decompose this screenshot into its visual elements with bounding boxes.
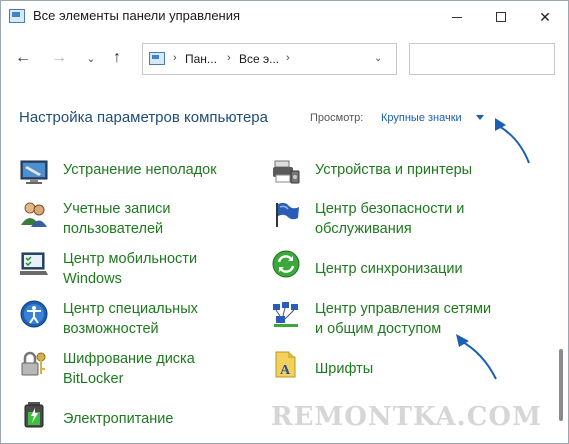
close-button[interactable]: ✕	[523, 1, 567, 33]
fonts-icon: A	[275, 351, 296, 378]
flag-icon	[276, 202, 299, 227]
window-title: Все элементы панели управления	[33, 8, 241, 23]
address-bar[interactable]: › Пан... › Все э... › ⌄	[142, 43, 397, 75]
item-label[interactable]: Шифрование диска BitLocker	[63, 349, 273, 389]
item-label[interactable]: Шрифты	[315, 359, 525, 379]
breadcrumb-control-panel[interactable]: Пан...	[185, 52, 217, 66]
annotation-arrowhead-view	[495, 118, 506, 131]
view-by-caret-icon[interactable]	[476, 115, 484, 120]
sync-icon	[272, 250, 300, 278]
network-icon	[273, 302, 298, 327]
recent-locations-button[interactable]: ⌄	[79, 52, 103, 65]
printer-icon	[273, 160, 300, 184]
vertical-scrollbar[interactable]	[559, 349, 563, 421]
arrow-left-icon: ←	[15, 49, 31, 66]
minimize-button[interactable]	[435, 1, 479, 33]
item-label[interactable]: Устранение неполадок	[63, 160, 273, 180]
troubleshooting-icon	[20, 160, 48, 184]
control-panel-window: Все элементы панели управления ✕ ← → ⌄ ↑…	[0, 0, 569, 444]
item-fonts[interactable]: A Шрифты	[271, 349, 531, 393]
item-label[interactable]: Центр синхронизации	[315, 259, 525, 279]
forward-button[interactable]: →	[47, 49, 71, 67]
page-title: Настройка параметров компьютера	[19, 109, 268, 126]
item-security-maintenance[interactable]: Центр безопасности и обслуживания	[271, 199, 531, 243]
minimize-icon	[452, 16, 462, 18]
breadcrumb-separator-icon[interactable]: ›	[227, 52, 231, 64]
arrow-up-icon: ↑	[113, 49, 121, 66]
breadcrumb-all-items[interactable]: Все э...	[239, 52, 279, 66]
item-label[interactable]: Центр мобильности Windows	[63, 249, 273, 289]
address-dropdown-icon[interactable]: ⌄	[374, 53, 382, 64]
chevron-down-icon: ⌄	[86, 53, 96, 65]
breadcrumb-separator-icon[interactable]: ›	[286, 52, 290, 64]
back-button[interactable]: ←	[11, 49, 35, 67]
search-input[interactable]	[409, 43, 555, 75]
breadcrumb-separator-icon[interactable]: ›	[173, 52, 177, 64]
title-bar: Все элементы панели управления ✕	[1, 1, 568, 33]
item-troubleshooting[interactable]: Устранение неполадок	[19, 157, 249, 201]
view-by-dropdown[interactable]: Крупные значки	[381, 112, 462, 124]
item-mobility-center[interactable]: Центр мобильности Windows	[19, 249, 249, 293]
up-button[interactable]: ↑	[105, 49, 129, 67]
view-by-label: Просмотр:	[310, 112, 364, 124]
item-network-sharing-center[interactable]: Центр управления сетями и общим доступом	[271, 299, 531, 343]
item-label[interactable]: Электропитание	[63, 409, 273, 429]
navigation-bar: ← → ⌄ ↑ › Пан... › Все э... › ⌄	[1, 33, 568, 85]
bitlocker-icon	[21, 351, 46, 376]
users-icon	[21, 202, 47, 227]
watermark: REMONTKA.COM	[271, 402, 542, 432]
maximize-button[interactable]	[479, 1, 523, 33]
svg-text:A: A	[280, 363, 291, 378]
maximize-icon	[496, 12, 506, 22]
item-label[interactable]: Центр специальных возможностей	[63, 299, 273, 339]
item-sync-center[interactable]: Центр синхронизации	[271, 249, 531, 293]
items-grid: Устранение неполадок Устройства и принте…	[1, 149, 568, 444]
item-devices-printers[interactable]: Устройства и принтеры	[271, 157, 531, 201]
item-bitlocker[interactable]: Шифрование диска BitLocker	[19, 349, 249, 393]
item-label[interactable]: Устройства и принтеры	[315, 160, 525, 180]
item-label[interactable]: Центр безопасности и обслуживания	[315, 199, 525, 239]
item-power-options[interactable]: Электропитание	[19, 399, 249, 443]
power-icon	[24, 402, 44, 428]
item-label[interactable]: Центр управления сетями и общим доступом	[315, 299, 525, 339]
item-user-accounts[interactable]: Учетные записи пользователей	[19, 199, 249, 243]
mobility-icon	[20, 252, 48, 275]
arrow-right-icon: →	[51, 49, 67, 66]
item-label[interactable]: Учетные записи пользователей	[63, 199, 273, 239]
control-panel-icon	[9, 9, 25, 23]
close-icon: ✕	[539, 8, 551, 25]
accessibility-icon	[20, 300, 48, 328]
control-panel-icon	[149, 52, 165, 65]
item-ease-of-access[interactable]: Центр специальных возможностей	[19, 299, 249, 343]
